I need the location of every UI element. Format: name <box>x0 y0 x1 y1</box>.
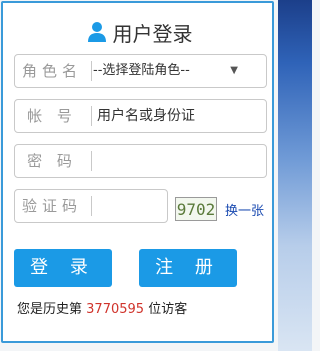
login-panel: 用户登录 角色名 --选择登陆角色-- ▼ 帐 号 用户名或身份证 密 码 验证… <box>1 1 274 343</box>
login-title-text: 用户登录 <box>112 21 193 46</box>
role-select[interactable]: 角色名 --选择登陆角色-- ▼ <box>14 54 267 88</box>
captcha-image[interactable]: 9702 <box>175 197 217 221</box>
captcha-label: 验证码 <box>21 197 82 215</box>
role-separator <box>91 61 92 81</box>
refresh-captcha-link[interactable]: 换一张 <box>225 200 264 219</box>
visitor-prefix: 您是历史第 <box>17 302 83 317</box>
register-button[interactable]: 注 册 <box>139 249 237 287</box>
login-button[interactable]: 登 录 <box>14 249 112 287</box>
user-icon <box>87 21 107 43</box>
captcha-field[interactable]: 验证码 <box>14 189 168 223</box>
password-field[interactable]: 密 码 <box>14 144 267 178</box>
visitor-suffix: 位访客 <box>148 302 188 317</box>
username-field[interactable]: 帐 号 用户名或身份证 <box>14 99 267 133</box>
visitor-counter: 您是历史第 3770595 位访客 <box>17 298 187 317</box>
username-label: 帐 号 <box>27 107 77 125</box>
visitor-count: 3770595 <box>86 302 145 317</box>
login-title: 用户登录 <box>3 17 276 47</box>
role-selected-value: --选择登陆角色-- <box>93 63 190 78</box>
username-separator <box>91 106 92 126</box>
background-gradient <box>278 0 312 351</box>
role-label: 角色名 <box>21 62 82 80</box>
password-separator <box>91 151 92 171</box>
dropdown-arrow-icon[interactable]: ▼ <box>230 55 238 87</box>
captcha-separator <box>91 196 92 216</box>
username-placeholder: 用户名或身份证 <box>97 108 195 124</box>
password-label: 密 码 <box>27 152 77 170</box>
